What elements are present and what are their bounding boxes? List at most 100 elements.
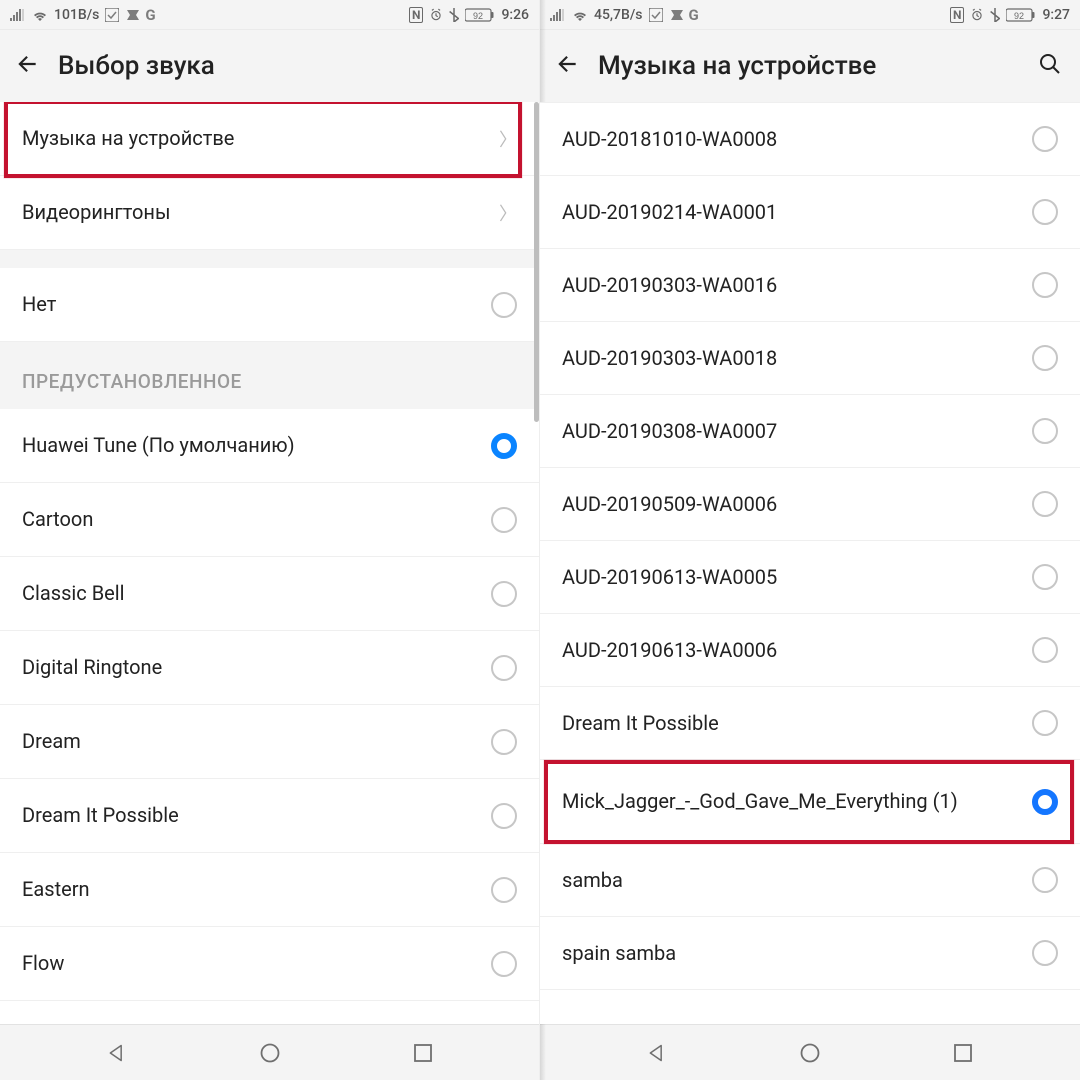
battery-icon: 92 [1006,8,1036,22]
back-button[interactable] [554,51,580,81]
app-icon-1 [105,8,119,22]
track-row[interactable]: samba [540,844,1080,917]
app-icon-1 [649,8,663,22]
track-row[interactable]: AUD-20181010-WA0008 [540,103,1080,176]
page-title: Музыка на устройстве [598,51,1016,81]
radio-indicator[interactable] [1032,940,1058,966]
track-row[interactable]: Dream It Possible [540,687,1080,760]
phone-device-music: 45,7B/s G N 92 9:27 Музыка на устройстве… [540,0,1080,1080]
signal-icon [550,9,566,21]
row-label: AUD-20190613-WA0005 [562,565,1032,590]
bluetooth-icon [449,8,459,22]
row-label: AUD-20190214-WA0001 [562,200,1032,225]
nav-back-button[interactable] [641,1037,673,1069]
track-row[interactable]: AUD-20190303-WA0016 [540,249,1080,322]
track-row[interactable]: AUD-20190613-WA0005 [540,541,1080,614]
preset-row[interactable]: Digital Ringtone [0,631,539,705]
preset-section-header: ПРЕДУСТАНОВЛЕННОЕ [0,342,539,409]
preset-row[interactable]: Classic Bell [0,557,539,631]
radio-indicator[interactable] [491,951,517,977]
wifi-icon [32,9,48,21]
radio-indicator[interactable] [491,729,517,755]
radio-indicator[interactable] [1032,710,1058,736]
radio-indicator[interactable] [1032,867,1058,893]
row-label: AUD-20190509-WA0006 [562,492,1032,517]
row-label: Dream It Possible [562,711,1032,736]
radio-indicator[interactable] [491,292,517,318]
radio-indicator[interactable] [1032,126,1058,152]
preset-row[interactable]: Eastern [0,853,539,927]
net-speed: 101B/s [54,7,99,23]
track-row[interactable]: AUD-20190509-WA0006 [540,468,1080,541]
track-row[interactable]: Mick_Jagger_-_God_Gave_Me_Everything (1) [540,760,1080,844]
track-row[interactable]: AUD-20190308-WA0007 [540,395,1080,468]
preset-row[interactable]: Flow [0,927,539,1001]
wifi-icon [572,9,588,21]
clock: 9:27 [1042,7,1070,23]
row-label: Музыка на устройстве [22,126,499,151]
bluetooth-icon [990,8,1000,22]
video-ringtones-row[interactable]: Видеорингтоны〉 [0,176,539,250]
radio-indicator[interactable] [491,433,517,459]
radio-indicator[interactable] [1032,637,1058,663]
status-bar: 45,7B/s G N 92 9:27 [540,0,1080,30]
nav-home-button[interactable] [794,1037,826,1069]
svg-text:92: 92 [1014,11,1024,21]
row-label: Mick_Jagger_-_God_Gave_Me_Everything (1) [562,789,1032,814]
net-speed: 45,7B/s [594,7,643,23]
track-row[interactable]: AUD-20190613-WA0006 [540,614,1080,687]
alarm-icon [970,8,984,22]
app-icon-2 [669,8,683,22]
nfc-icon: N [950,7,964,23]
nav-recent-button[interactable] [947,1037,979,1069]
row-label: Huawei Tune (По умолчанию) [22,433,491,458]
radio-indicator[interactable] [491,803,517,829]
phone-sound-selection: 101B/s G N 92 9:26 Выбор звука Музыка на… [0,0,540,1080]
radio-indicator[interactable] [1032,418,1058,444]
track-row[interactable]: AUD-20190303-WA0018 [540,322,1080,395]
radio-indicator[interactable] [1032,199,1058,225]
row-label: Dream [22,729,491,754]
radio-indicator[interactable] [1032,345,1058,371]
scrollbar-thumb[interactable] [534,102,539,422]
preset-row[interactable]: Dream [0,705,539,779]
nav-home-button[interactable] [254,1037,286,1069]
chevron-right-icon: 〉 [499,126,517,152]
row-label: Видеорингтоны [22,200,499,225]
status-bar: 101B/s G N 92 9:26 [0,0,539,30]
music-on-device-row[interactable]: Музыка на устройстве〉 [0,102,539,176]
preset-row[interactable]: Cartoon [0,483,539,557]
signal-icon [10,9,26,21]
row-label: Dream It Possible [22,803,491,828]
row-label: AUD-20190303-WA0016 [562,273,1032,298]
system-nav-bar [540,1024,1080,1080]
nav-back-button[interactable] [101,1037,133,1069]
alarm-icon [429,8,443,22]
app-icon-g: G [145,6,155,24]
page-title: Выбор звука [58,51,525,81]
radio-indicator[interactable] [1032,789,1058,815]
sound-options-list: Музыка на устройстве〉Видеорингтоны〉НетПР… [0,102,539,1024]
row-label: Eastern [22,877,491,902]
title-bar: Музыка на устройстве [540,30,1080,102]
track-row[interactable]: spain samba [540,917,1080,990]
radio-indicator[interactable] [1032,272,1058,298]
title-bar: Выбор звука [0,30,539,102]
nav-recent-button[interactable] [407,1037,439,1069]
preset-row[interactable]: Huawei Tune (По умолчанию) [0,409,539,483]
radio-indicator[interactable] [1032,491,1058,517]
back-button[interactable] [14,51,40,81]
radio-indicator[interactable] [491,581,517,607]
radio-indicator[interactable] [491,877,517,903]
row-label: AUD-20181010-WA0008 [562,127,1032,152]
track-row[interactable]: AUD-20190214-WA0001 [540,176,1080,249]
search-button[interactable] [1034,48,1066,84]
none-row[interactable]: Нет [0,268,539,342]
preset-row[interactable]: Dream It Possible [0,779,539,853]
chevron-right-icon: 〉 [499,200,517,226]
radio-indicator[interactable] [1032,564,1058,590]
radio-indicator[interactable] [491,655,517,681]
radio-indicator[interactable] [491,507,517,533]
app-icon-g: G [689,6,699,24]
system-nav-bar [0,1024,539,1080]
